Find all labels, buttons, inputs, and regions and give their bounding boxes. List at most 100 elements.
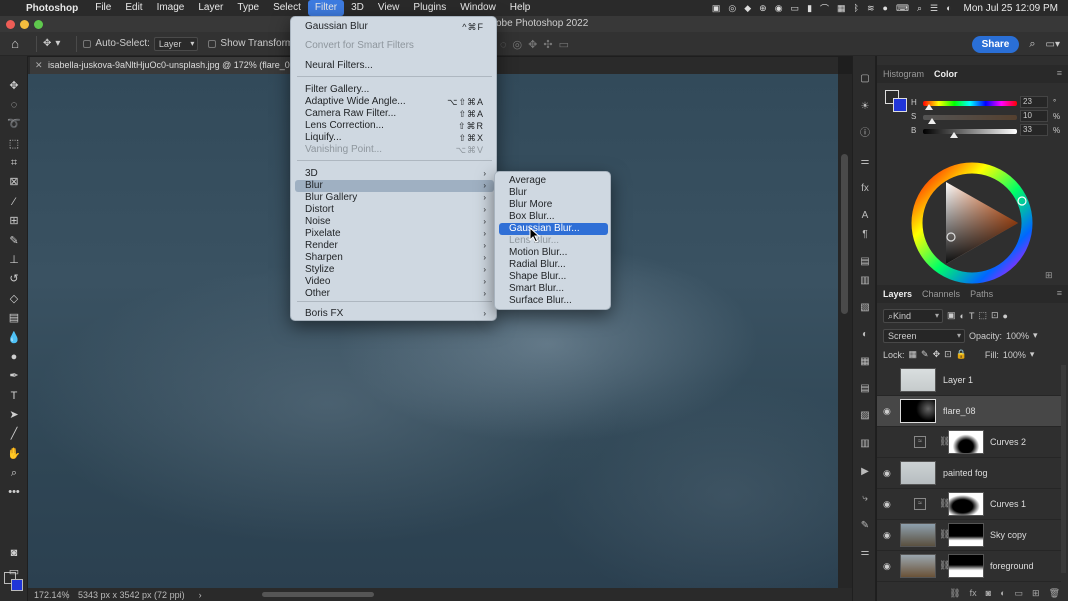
link-layers-icon[interactable]: ⛓ bbox=[949, 588, 960, 599]
more-tools-icon[interactable]: ••• bbox=[5, 484, 23, 500]
filter-toggle-icon[interactable]: ● bbox=[1003, 311, 1008, 321]
layer-name[interactable]: Curves 1 bbox=[990, 499, 1026, 509]
eye-icon[interactable]: ◉ bbox=[883, 530, 895, 541]
move-tool-icon[interactable]: ✥ bbox=[5, 78, 23, 94]
type-filter-icon[interactable]: T bbox=[969, 311, 975, 321]
menu-item-3d[interactable]: 3D › bbox=[295, 168, 494, 180]
history-brush-icon[interactable]: ↺ bbox=[5, 271, 23, 287]
group-folder-icon[interactable]: ▭ bbox=[1015, 588, 1024, 599]
lock-pixels-icon[interactable]: ✎ bbox=[921, 349, 929, 360]
layer-thumbnail[interactable] bbox=[900, 461, 936, 485]
layer-row-sky-copy[interactable]: ◉ ⛓ Sky copy bbox=[877, 520, 1061, 551]
menu-item-stylize[interactable]: Stylize › bbox=[295, 264, 494, 276]
fill-value[interactable]: 100% bbox=[1003, 350, 1026, 360]
menu-view[interactable]: View bbox=[371, 0, 407, 16]
blend-mode-dropdown[interactable]: Screen bbox=[883, 328, 965, 343]
gradients-icon[interactable]: ▨ bbox=[858, 409, 872, 423]
brightness-value[interactable]: 33 bbox=[1020, 124, 1048, 136]
table-icon[interactable]: ▤ bbox=[858, 382, 872, 396]
menu-help[interactable]: Help bbox=[503, 0, 538, 16]
color-panel-background-swatch[interactable] bbox=[893, 98, 907, 112]
bookmark-icon[interactable]: ▮ bbox=[807, 3, 812, 14]
tab-color[interactable]: Color bbox=[934, 69, 958, 79]
menu-item-boris-fx[interactable]: Boris FX › bbox=[295, 308, 494, 320]
marquee-tool-icon[interactable]: ◌ bbox=[5, 97, 23, 113]
eye-icon[interactable]: ◉ bbox=[883, 406, 895, 417]
transform-controls-checkbox[interactable] bbox=[208, 39, 217, 48]
menu-item-distort[interactable]: Distort › bbox=[295, 204, 494, 216]
lock-all-icon[interactable]: 🔒 bbox=[956, 349, 967, 360]
auto-select-checkbox[interactable] bbox=[83, 39, 92, 48]
dodge-tool-icon[interactable]: ● bbox=[5, 349, 23, 365]
comments-icon[interactable]: ▢ bbox=[858, 72, 872, 86]
zoom-tool-icon[interactable]: ⌕ bbox=[5, 465, 23, 481]
shape-filter-icon[interactable]: ⬚ bbox=[978, 310, 987, 321]
swatches-grid-icon[interactable]: ▦ bbox=[858, 355, 872, 369]
layer-name[interactable]: foreground bbox=[990, 561, 1034, 571]
smart-object-filter-icon[interactable]: ⊡ bbox=[991, 310, 999, 321]
layer-mask-thumbnail[interactable] bbox=[948, 492, 984, 516]
brush-settings-icon[interactable]: ✎ bbox=[858, 519, 872, 533]
layer-row-foreground[interactable]: ◉ ⛓ foreground bbox=[877, 551, 1061, 582]
screen-mode-icon[interactable]: ▭ bbox=[5, 564, 23, 580]
blur-tool-icon[interactable]: 💧 bbox=[5, 330, 23, 346]
trash-icon[interactable]: 🗑 bbox=[1049, 588, 1060, 599]
menu-item-render[interactable]: Render › bbox=[295, 240, 494, 252]
app-menu-photoshop[interactable]: Photoshop bbox=[26, 3, 78, 14]
video-icon[interactable]: ▣ bbox=[712, 3, 721, 14]
channels-icon[interactable]: ▥ bbox=[858, 437, 872, 451]
properties-icon[interactable]: ▥ bbox=[858, 274, 872, 288]
fx-icon[interactable]: fx bbox=[970, 588, 977, 598]
arc-icon[interactable]: ⌒ bbox=[820, 2, 829, 15]
menubar-clock[interactable]: Mon Jul 25 12:09 PM bbox=[964, 3, 1059, 14]
sync-icon[interactable]: ◉ bbox=[775, 3, 783, 14]
maximize-window-button[interactable] bbox=[34, 20, 43, 29]
saturation-slider-thumb[interactable] bbox=[928, 118, 937, 124]
pixel-filter-icon[interactable]: ▣ bbox=[947, 310, 956, 321]
libraries-icon[interactable]: ▤ bbox=[858, 255, 872, 269]
grid-app-icon[interactable]: ▦ bbox=[837, 3, 846, 14]
frame-tool-icon[interactable]: ⊠ bbox=[5, 174, 23, 190]
menu-image[interactable]: Image bbox=[150, 0, 192, 16]
close-tab-icon[interactable]: ✕ bbox=[35, 57, 43, 74]
expand-icon[interactable]: ⊞ bbox=[1045, 270, 1053, 281]
menu-item-noise[interactable]: Noise › bbox=[295, 216, 494, 228]
horizontal-scroll-thumb[interactable] bbox=[262, 592, 374, 597]
auto-select-dropdown[interactable]: Layer bbox=[153, 36, 199, 51]
hue-slider-thumb[interactable] bbox=[925, 104, 934, 110]
wifi-icon[interactable]: ≋ bbox=[867, 3, 875, 14]
adjustments-icon[interactable]: ⚌ bbox=[858, 155, 872, 169]
layer-row-flare-08[interactable]: ◉ flare_08 bbox=[877, 396, 1061, 427]
line-tool-icon[interactable]: ╱ bbox=[5, 426, 23, 442]
search-icon[interactable]: ⌕ bbox=[917, 3, 922, 14]
menu-item-blur[interactable]: Blur › bbox=[295, 180, 494, 192]
menu-item-smart-blur[interactable]: Smart Blur... bbox=[499, 283, 608, 295]
type-tool-icon[interactable]: T bbox=[5, 388, 23, 404]
layer-name[interactable]: flare_08 bbox=[943, 406, 976, 416]
menu-item-liquify[interactable]: Liquify... ⇧⌘X bbox=[295, 132, 494, 144]
add-mask-icon[interactable]: ◙ bbox=[986, 588, 991, 598]
menu-3d[interactable]: 3D bbox=[344, 0, 371, 16]
workspace-icon[interactable]: ▭▾ bbox=[1046, 39, 1060, 50]
background-color-swatch[interactable] bbox=[11, 579, 23, 591]
search-icon[interactable]: ⌕ bbox=[1029, 38, 1035, 51]
3d-mode-icons[interactable]: ◌◎✥✣▭ bbox=[500, 38, 575, 51]
user-icon[interactable]: ● bbox=[883, 3, 888, 13]
tab-layers[interactable]: Layers bbox=[883, 289, 912, 299]
brightness-icon[interactable]: ☀ bbox=[858, 100, 872, 114]
menu-item-other[interactable]: Other › bbox=[295, 288, 494, 300]
layer-name[interactable]: painted fog bbox=[943, 468, 988, 478]
keyboard-icon[interactable]: ⌨ bbox=[896, 3, 909, 14]
menu-item-video[interactable]: Video › bbox=[295, 276, 494, 288]
layer-row-painted-fog[interactable]: ◉ painted fog bbox=[877, 458, 1061, 489]
opacity-value[interactable]: 100% bbox=[1006, 331, 1029, 341]
color-sampler-icon[interactable]: ◐ bbox=[858, 328, 872, 342]
siri-icon[interactable]: ◐ bbox=[946, 3, 951, 13]
layer-row-layer-1[interactable]: Layer 1 bbox=[877, 365, 1061, 396]
menu-select[interactable]: Select bbox=[266, 0, 308, 16]
character-icon[interactable]: A bbox=[858, 209, 872, 223]
zoom-readout[interactable]: 172.14% bbox=[28, 589, 70, 600]
crop-tool-icon[interactable]: ⌗ bbox=[5, 155, 23, 171]
paragraph-icon[interactable]: ¶ bbox=[858, 228, 872, 242]
globe-icon[interactable]: ⊕ bbox=[759, 3, 767, 14]
